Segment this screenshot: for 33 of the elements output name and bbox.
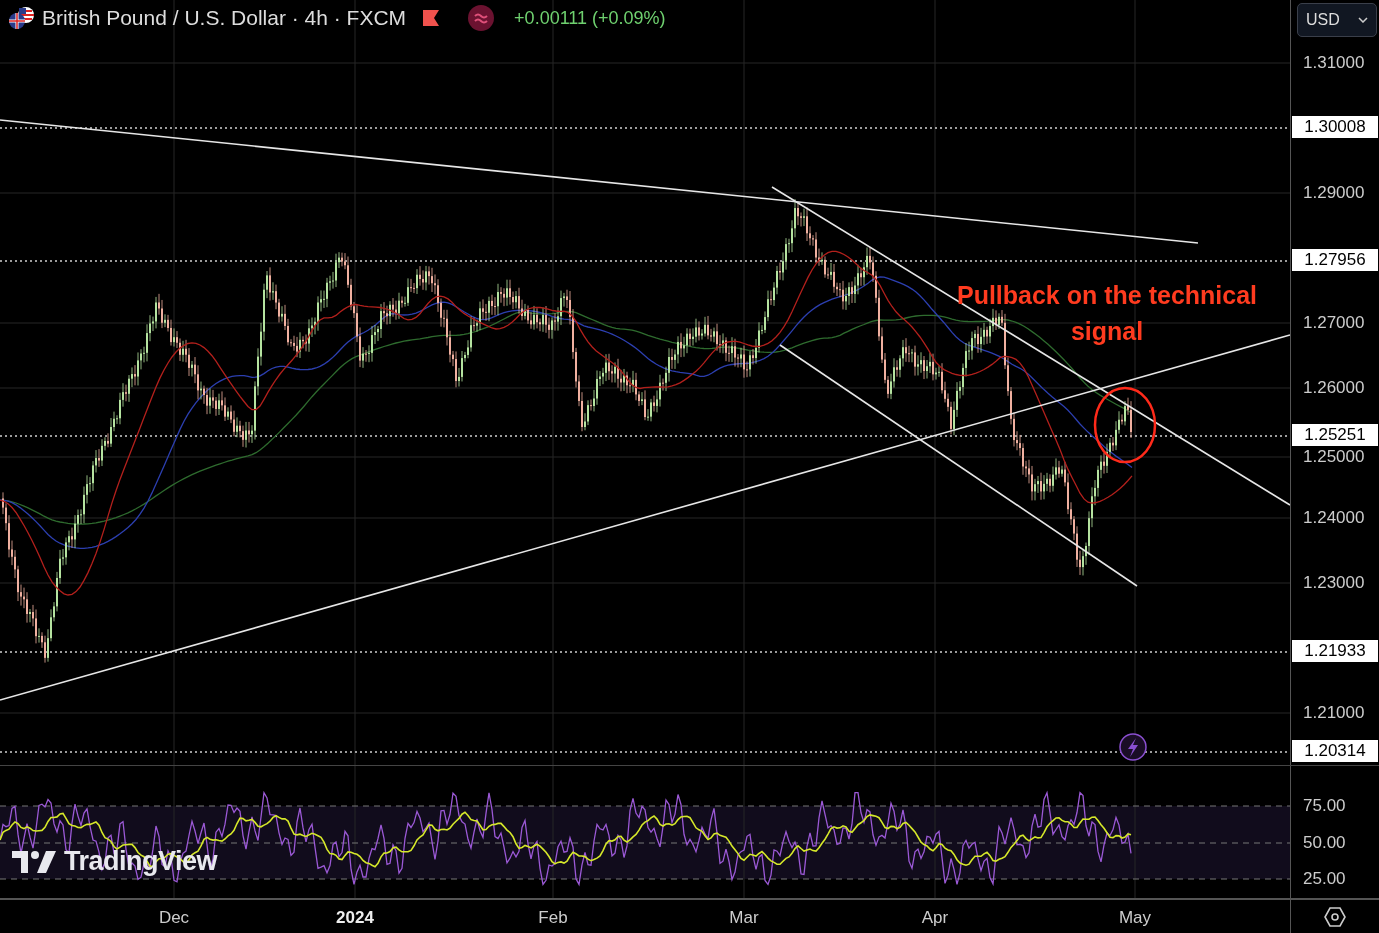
flag-icon [6, 6, 36, 30]
price-tick: 1.24000 [1303, 508, 1365, 528]
price-level-label: 1.27956 [1292, 249, 1378, 271]
rsi-tick: 25.00 [1303, 869, 1346, 889]
price-tick: 1.23000 [1303, 573, 1365, 593]
price-tick: 1.26000 [1303, 378, 1365, 398]
price-level-label: 1.21933 [1292, 640, 1378, 662]
lightning-icon[interactable] [1119, 733, 1147, 761]
price-tick: 1.21000 [1303, 703, 1365, 723]
flag-icon[interactable] [422, 9, 441, 27]
rsi-tick: 50.00 [1303, 833, 1346, 853]
price-tick: 1.31000 [1303, 53, 1365, 73]
currency-dropdown[interactable]: USD [1297, 3, 1377, 37]
caret-icon [1358, 17, 1368, 23]
annotation-text: Pullback on the technical signal [955, 280, 1259, 347]
price-level-label: 1.20314 [1292, 740, 1378, 762]
time-label: Feb [538, 908, 568, 928]
price-change: +0.00111 (+0.09%) [514, 7, 666, 29]
wave-icon[interactable] [468, 5, 495, 31]
time-label: Dec [158, 908, 190, 928]
time-label: May [1118, 908, 1152, 928]
price-level-label: 1.25251 [1292, 424, 1378, 446]
settings-icon[interactable] [1324, 906, 1346, 928]
logo-icon [12, 850, 56, 873]
time-label: 2024 [336, 908, 374, 928]
price-tick: 1.27000 [1303, 313, 1365, 333]
time-label: Mar [729, 908, 759, 928]
symbol-title[interactable]: British Pound / U.S. Dollar · 4h · FXCM [42, 6, 407, 30]
price-level-label: 1.30008 [1292, 116, 1378, 138]
price-tick: 1.29000 [1303, 183, 1365, 203]
price-tick: 1.25000 [1303, 447, 1365, 467]
time-label: Apr [921, 908, 949, 928]
rsi-tick: 75.00 [1303, 796, 1346, 816]
